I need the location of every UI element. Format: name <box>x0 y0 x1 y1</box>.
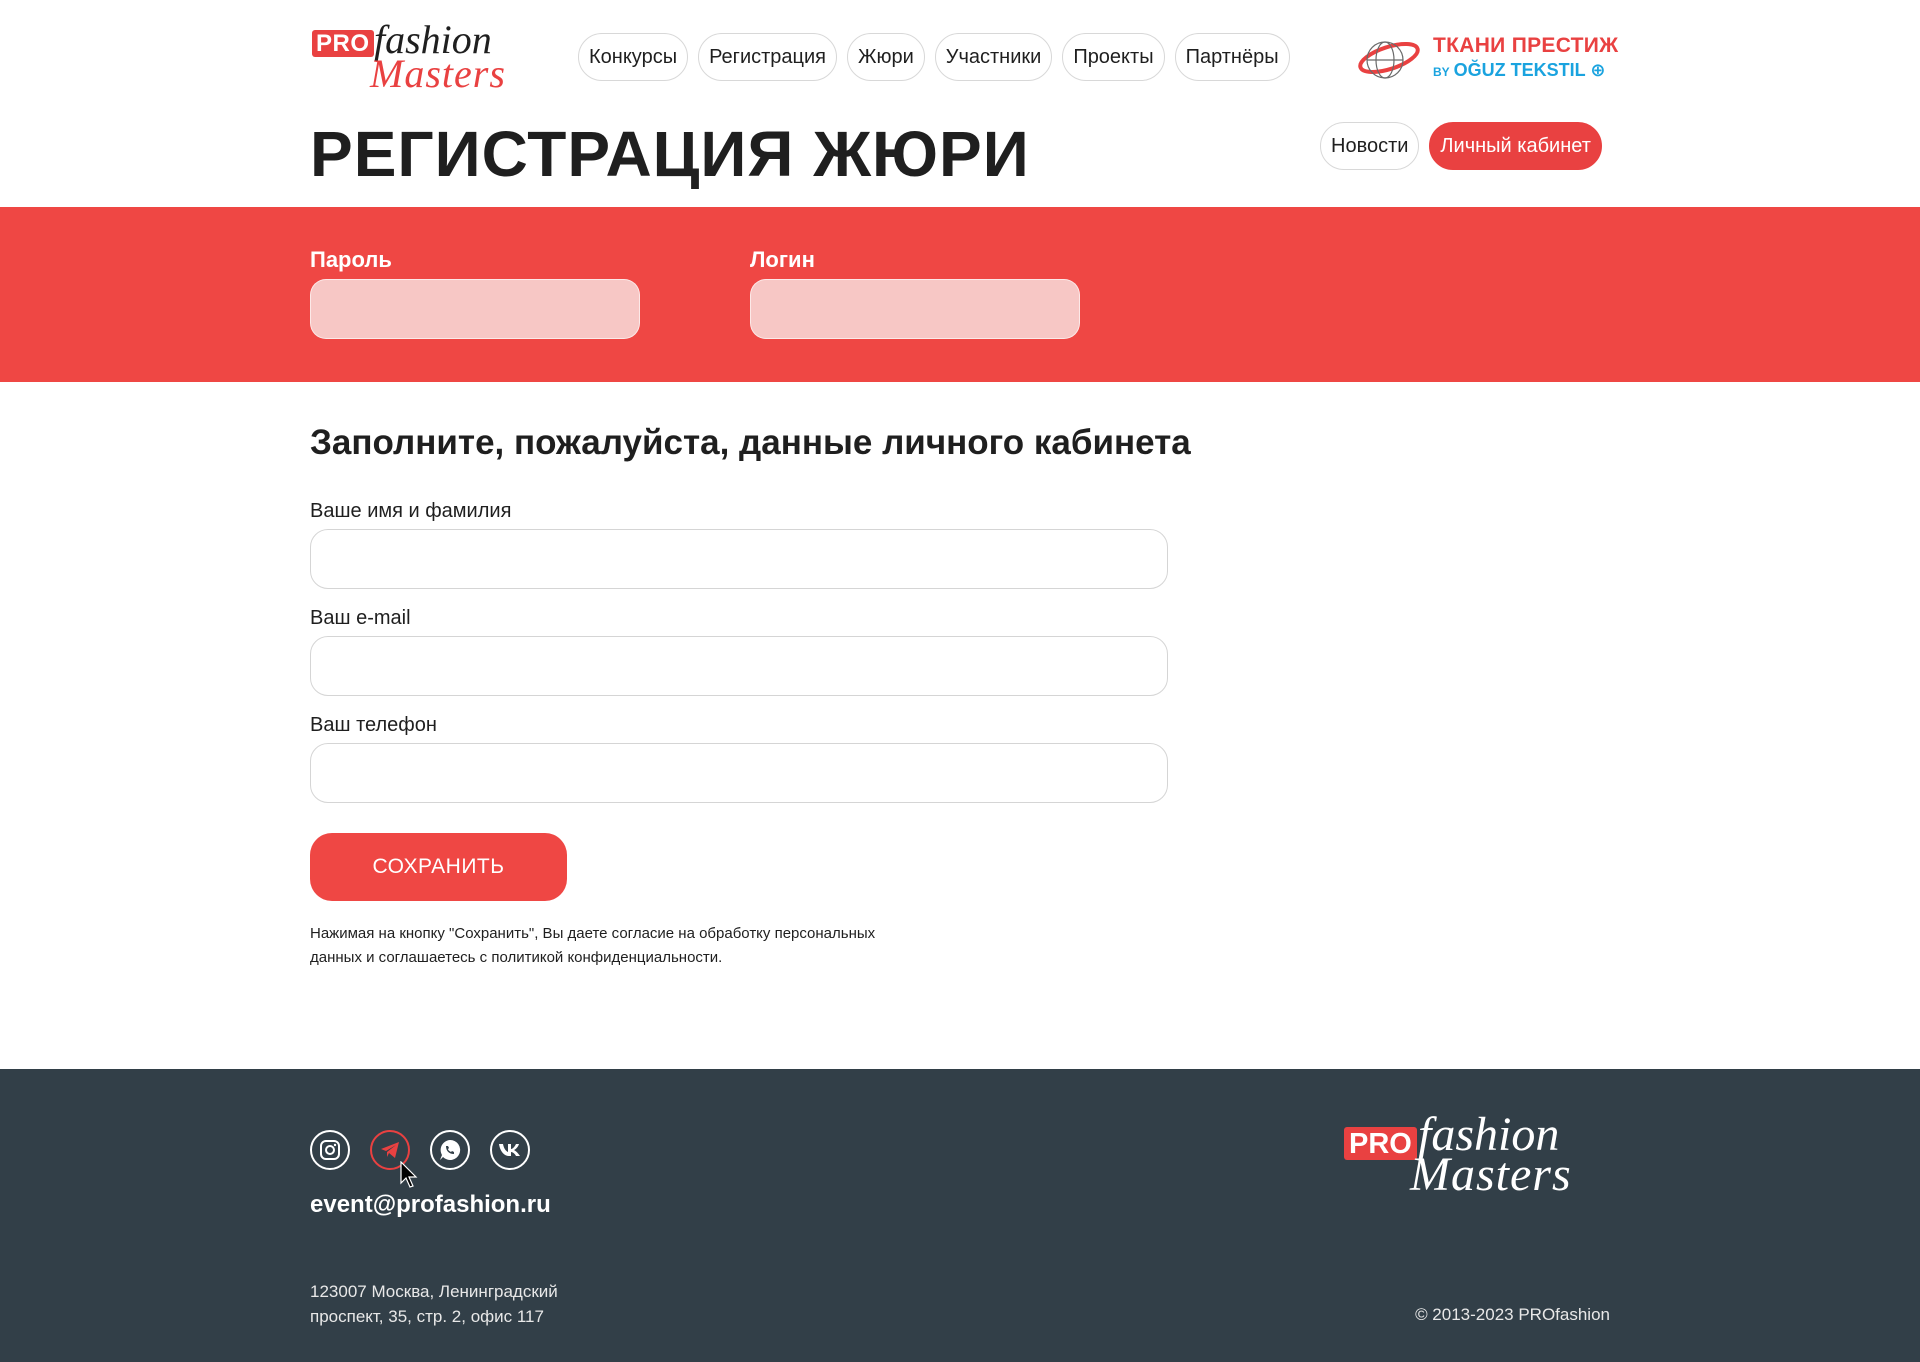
address-line-1: 123007 Москва, Ленинградский <box>310 1282 558 1301</box>
page-title: РЕГИСТРАЦИЯ ЖЮРИ <box>310 118 1030 190</box>
password-label: Пароль <box>310 247 392 272</box>
name-field[interactable] <box>310 529 1168 589</box>
name-label: Ваше имя и фамилия <box>310 500 512 522</box>
phone-group: Ваш телефон <box>310 714 1168 803</box>
nav-item-projects[interactable]: Проекты <box>1062 33 1165 81</box>
site-footer: event@profashion.ru 123007 Москва, Ленин… <box>0 1069 1920 1362</box>
logo-pro-text: PRO <box>312 30 374 57</box>
nav-item-jury[interactable]: Жюри <box>847 33 925 81</box>
login-group: Логин <box>750 247 1080 339</box>
site-header: PRO fashion Masters Конкурсы Регистрация… <box>0 0 1920 207</box>
profashion-masters-logo[interactable]: PRO fashion Masters <box>310 18 530 96</box>
consent-line-2: данных и соглашаетесь с политикой конфид… <box>310 949 723 966</box>
consent-text: Нажимая на кнопку "Сохранить", Вы даете … <box>310 922 950 970</box>
phone-label: Ваш телефон <box>310 714 437 736</box>
login-field[interactable] <box>750 279 1080 339</box>
form-title: Заполните, пожалуйста, данные личного ка… <box>310 423 1191 462</box>
email-field[interactable] <box>310 636 1168 696</box>
header-actions: Новости Личный кабинет <box>1320 122 1602 170</box>
partner-logo[interactable]: ТКАНИ ПРЕСТИЖ BY OĞUZ TEKSTIL ⊕ <box>1355 30 1618 86</box>
name-group: Ваше имя и фамилия <box>310 500 1168 589</box>
email-group: Ваш e-mail <box>310 607 1168 696</box>
footer-logo-pro-text: PRO <box>1344 1127 1417 1160</box>
password-field[interactable] <box>310 279 640 339</box>
mouse-cursor-icon <box>400 1161 418 1188</box>
partner-name: ТКАНИ ПРЕСТИЖ <box>1433 34 1619 57</box>
footer-logo: PRO fashion Masters <box>1340 1109 1620 1201</box>
consent-line-1: Нажимая на кнопку "Сохранить", Вы даете … <box>310 925 876 942</box>
partner-by-text: BY <box>1433 65 1450 79</box>
main-nav: Конкурсы Регистрация Жюри Участники Прое… <box>578 33 1290 81</box>
save-button[interactable]: СОХРАНИТЬ <box>310 833 567 901</box>
footer-logo-masters-text: Masters <box>1410 1148 1572 1201</box>
nav-item-registration[interactable]: Регистрация <box>698 33 837 81</box>
password-group: Пароль <box>310 247 640 339</box>
nav-item-contests[interactable]: Конкурсы <box>578 33 689 81</box>
personal-cabinet-button[interactable]: Личный кабинет <box>1429 122 1602 170</box>
footer-address: 123007 Москва, Ленинградский проспект, 3… <box>310 1279 630 1329</box>
nav-item-partners[interactable]: Партнёры <box>1174 33 1290 81</box>
vk-icon[interactable] <box>490 1130 530 1170</box>
social-links <box>310 1130 530 1170</box>
phone-field[interactable] <box>310 743 1168 803</box>
login-label: Логин <box>750 247 815 272</box>
credentials-band: Пароль Логин <box>0 207 1920 382</box>
news-button[interactable]: Новости <box>1320 122 1420 170</box>
footer-email-link[interactable]: event@profashion.ru <box>310 1191 551 1219</box>
instagram-icon[interactable] <box>310 1130 350 1170</box>
partner-subname: BY OĞUZ TEKSTIL ⊕ <box>1433 60 1606 80</box>
partner-globe-icon <box>1358 41 1420 79</box>
address-line-2: проспект, 35, стр. 2, офис 117 <box>310 1307 544 1326</box>
email-label: Ваш e-mail <box>310 607 411 629</box>
partner-brand-text: OĞUZ TEKSTIL <box>1453 60 1586 80</box>
whatsapp-icon[interactable] <box>430 1130 470 1170</box>
logo-masters-text: Masters <box>370 51 506 96</box>
nav-item-participants[interactable]: Участники <box>934 33 1053 81</box>
copyright: © 2013-2023 PROfashion <box>1415 1305 1610 1324</box>
